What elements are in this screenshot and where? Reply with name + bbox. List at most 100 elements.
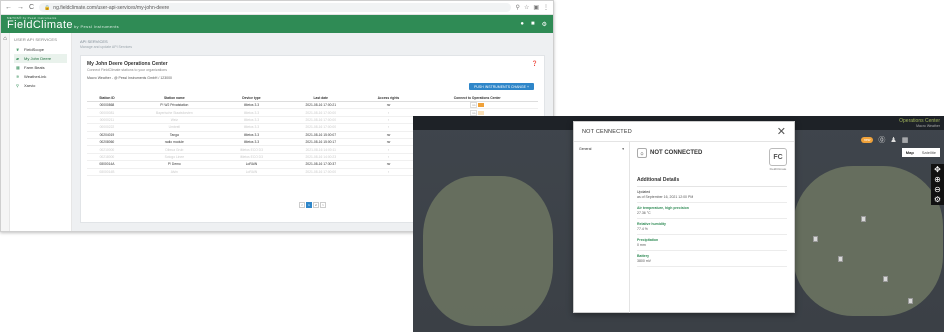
help-icon[interactable]: ❓ (532, 61, 538, 67)
connect-toggle[interactable]: no (470, 102, 485, 109)
menu-dots-icon[interactable]: ⋮ (543, 4, 549, 11)
station-name-cell: P! Demo (126, 160, 222, 169)
station-id-cell: 00204019 (87, 131, 127, 139)
browser-extensions: ⚲ ☆ ▣ ⋮ (516, 4, 549, 11)
last-date-cell: 2021-08-16 17:30:37 (281, 160, 361, 169)
sidebar-item-weatherlink[interactable]: ≋ WeatherLink (14, 72, 67, 81)
station-name-cell: Tanga (126, 131, 222, 139)
pin-icon: ⚲ (16, 83, 19, 88)
map-landmass (423, 176, 553, 326)
detail-value: 77.4 % (637, 227, 648, 231)
push-instruments-button[interactable]: PUSH INSTRUMENTS CHANGE + (469, 83, 534, 90)
table-row[interactable]: 00000868 P! W2 Privatstation iMetos 3.3 202… (87, 101, 538, 110)
organization-info: Macro Weather - @ Pessl Instruments GmbH… (87, 76, 172, 80)
col-station-name[interactable]: Station name (126, 94, 222, 102)
last-date-cell: 2021-08-16 14:00:11 (281, 145, 361, 154)
device-type-cell: iMetos 3.3 (221, 123, 282, 132)
station-marker[interactable] (861, 216, 866, 222)
access-rights-cell: rw (360, 138, 417, 147)
device-type-cell: iMetos ECO D3 (221, 153, 282, 162)
map-type-map[interactable]: Map (902, 148, 918, 157)
lock-icon: 🔒 (44, 4, 51, 11)
folder-icon[interactable]: ■ (531, 21, 535, 28)
settings-icon[interactable]: ⚙ (542, 21, 547, 28)
last-date-cell: 2021-08-16 17:00:00 (281, 168, 361, 176)
sidebar-item-my-john-deere[interactable]: ▰ My John Deere (14, 54, 67, 63)
station-name-cell: P! W2 Privatstation (126, 101, 222, 110)
map-type-satellite[interactable]: Satellite (918, 148, 940, 157)
detail-value: 0 mm (637, 243, 646, 247)
bell-icon[interactable]: ♟ (890, 136, 896, 144)
pan-icon[interactable]: ✥ (934, 165, 941, 174)
detail-item: Battery 3800 mV (637, 251, 787, 267)
operations-center-label: Operations Center Macro Weather (899, 118, 940, 128)
station-id-cell: 00000222 (87, 123, 127, 132)
page-2-button[interactable]: 2 (313, 202, 319, 208)
sidebar-header: USER API SERVICES (14, 37, 58, 42)
station-marker[interactable] (813, 236, 818, 242)
station-id-cell: 0800014A (87, 160, 127, 169)
next-page-button[interactable]: > (320, 202, 326, 208)
extension-icon[interactable]: ▣ (533, 4, 539, 11)
col-station-id[interactable]: Station ID (87, 94, 127, 102)
station-marker[interactable] (838, 256, 843, 262)
sidebar-item-label: FieldScope (24, 47, 45, 52)
zoom-in-icon[interactable]: ⊕ (934, 175, 941, 184)
connect-no-label: no (470, 109, 478, 116)
settings-icon[interactable]: ⚙ (934, 195, 941, 204)
detail-value: 27.36 °C (637, 211, 651, 215)
sidebar-item-fieldscope[interactable]: ❦ FieldScope (14, 45, 67, 54)
forward-icon[interactable]: → (17, 4, 24, 11)
page-title: API SERVICES (80, 39, 108, 44)
additional-details-heading: Additional Details (637, 177, 787, 187)
detail-key: Battery (637, 254, 650, 258)
detail-key: Precipitation (637, 238, 659, 242)
col-device-type[interactable]: Device type (221, 94, 282, 102)
device-type-cell: iMetos 3.3 (221, 108, 282, 117)
col-access-rights[interactable]: Access rights (360, 94, 417, 102)
new-badge[interactable]: new (861, 137, 874, 143)
detail-updated: Updated as of September 16, 2021 12:00 P… (637, 187, 787, 203)
star-icon[interactable]: ☆ (524, 4, 529, 11)
station-name-cell: Bayerische Staatsforsten (126, 108, 222, 117)
sidebar-item-label: My John Deere (24, 56, 52, 61)
prev-page-button[interactable]: < (299, 202, 305, 208)
detail-key: Relative humidity (637, 222, 666, 226)
connect-toggle[interactable]: no (470, 109, 485, 116)
grid-icon[interactable]: ▦ (902, 136, 909, 144)
zoom-out-icon[interactable]: ⊖ (934, 185, 941, 194)
search-icon[interactable]: ⚲ (516, 4, 520, 11)
page-1-button[interactable]: 1 (306, 202, 312, 208)
modal-tab-general[interactable]: General ▾ (574, 142, 630, 313)
user-icon[interactable]: ● (520, 21, 524, 28)
back-icon[interactable]: ← (5, 4, 12, 11)
address-bar[interactable]: 🔒 ng.fieldclimate.com/user-api-services/… (39, 3, 511, 12)
col-connect[interactable]: Connect to Operations Center (416, 94, 538, 102)
icon-rail: ⌂ (1, 33, 10, 231)
last-date-cell: 2021-08-16 17:00:00 (281, 108, 361, 117)
col-last-date[interactable]: Last date (281, 94, 361, 102)
chevron-down-icon: ▾ (622, 147, 624, 151)
access-rights-cell: r (360, 153, 417, 162)
station-marker[interactable] (883, 276, 888, 282)
connect-yes-swatch[interactable] (478, 110, 485, 115)
sidebar: USER API SERVICES ❦ FieldScope ▰ My John D… (10, 33, 72, 231)
station-id-cell: 00218000 (87, 153, 127, 162)
home-icon[interactable]: ⌂ (3, 36, 7, 231)
station-id-cell: 00000868 (87, 101, 127, 110)
connect-yes-swatch[interactable] (478, 103, 485, 108)
sidebar-item-farm-beats[interactable]: ▦ Farm Beats (14, 63, 67, 72)
sidebar-item-xarvio[interactable]: ⚲ Xarvio (14, 81, 67, 90)
help-icon[interactable]: ⓪ (878, 135, 885, 145)
close-icon[interactable]: ✕ (777, 125, 786, 138)
leaf-icon: ❦ (16, 47, 20, 52)
last-date-cell: 2021-08-16 14:00:23 (281, 153, 361, 162)
station-marker[interactable] (908, 298, 913, 304)
device-type-cell: iMetos 3.3 (221, 116, 282, 125)
app-logo[interactable]: METOS® by Pessl Instruments FieldClimate… (7, 17, 119, 31)
reload-icon[interactable]: C (29, 4, 34, 11)
modal-details: ⛭ NOT CONNECTED FC FieldClimate Addition… (630, 142, 794, 313)
modal-header: NOT CENNECTED ✕ (574, 122, 794, 142)
access-rights-cell: rw (360, 131, 417, 139)
detail-value: 3800 mV (637, 259, 652, 263)
